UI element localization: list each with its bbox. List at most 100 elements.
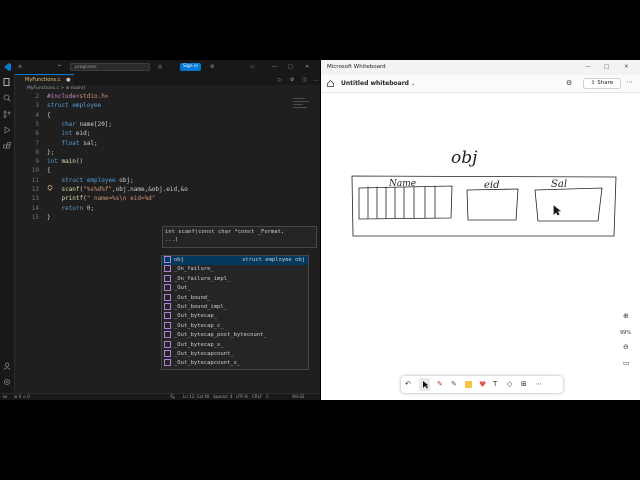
more-options-icon[interactable]: ⋯: [626, 78, 633, 86]
board-name[interactable]: Untitled whiteboard ⌄: [341, 75, 415, 93]
close-icon[interactable]: ✕: [305, 64, 309, 70]
code-line[interactable]: 5 char name[20];: [15, 120, 315, 129]
manage-gear-icon[interactable]: [3, 378, 11, 386]
code-line[interactable]: 2 #include<stdio.h>: [15, 92, 315, 101]
language-status[interactable]: C: [266, 394, 269, 400]
pointer-cursor-icon: [553, 205, 562, 216]
text-tool-icon[interactable]: T: [493, 380, 502, 389]
code-line[interactable]: 7 float sal;: [15, 139, 315, 148]
settings-gear-icon[interactable]: ⚙: [566, 79, 572, 87]
suggestion-label: _Out_bytecapcount_x_: [174, 360, 241, 367]
code-line[interactable]: 6 int eid;: [15, 129, 315, 138]
lightbulb-icon[interactable]: [47, 185, 53, 191]
tab-myfunctions[interactable]: MyFunctions.c ●: [15, 74, 75, 85]
undo-icon[interactable]: ↶: [405, 380, 414, 389]
run-debug-icon[interactable]: [3, 126, 11, 134]
unsaved-dot-icon[interactable]: ●: [66, 77, 70, 83]
account-icon[interactable]: [3, 362, 11, 370]
suggestion-item[interactable]: _Out_bytecap_: [162, 312, 308, 321]
problems-status[interactable]: ⊗ 0 ⚠ 0: [14, 394, 30, 400]
minimap[interactable]: [293, 96, 313, 126]
back-arrow-icon[interactable]: ←: [58, 63, 62, 69]
platform-status[interactable]: Win32: [292, 394, 305, 400]
shapes-icon[interactable]: ◇: [507, 380, 516, 389]
sticky-note-icon[interactable]: [465, 381, 472, 388]
code-line[interactable]: 14 return 0;: [15, 204, 315, 213]
handwriting-name: Name: [388, 179, 416, 189]
line-number: 6: [35, 130, 39, 138]
close-icon[interactable]: ✕: [624, 60, 629, 75]
menu-icon[interactable]: ≡: [18, 64, 22, 70]
whiteboard-canvas[interactable]: obj Name eid Sal: [321, 92, 640, 376]
minimize-icon[interactable]: —: [272, 64, 277, 70]
source-control-icon[interactable]: [3, 110, 11, 118]
share-button[interactable]: ⇪ Share: [583, 78, 621, 89]
code-token: #include: [47, 93, 76, 100]
code-line[interactable]: 9 int main(): [15, 157, 315, 166]
command-center-search[interactable]: programs: [70, 63, 150, 71]
settings-gear-icon[interactable]: ⚙: [210, 64, 214, 70]
gear-icon[interactable]: ⚙: [290, 77, 294, 83]
suggestion-item[interactable]: _Out_bound_impl_: [162, 303, 308, 312]
more-actions-icon[interactable]: …: [313, 77, 318, 83]
code-token: employee: [86, 176, 116, 184]
code-line[interactable]: 15}: [15, 213, 315, 222]
suggestion-label: _Out_bound_: [174, 294, 211, 301]
remote-icon[interactable]: ⋈: [3, 394, 7, 400]
sign-in-button[interactable]: Sign in: [180, 63, 201, 71]
home-icon[interactable]: [327, 80, 334, 87]
templates-icon[interactable]: ⊞: [521, 380, 530, 389]
suggestion-item[interactable]: _Out_bytecap_post_bytecount_: [162, 331, 308, 340]
suggestion-item[interactable]: obj struct employee obj: [162, 256, 308, 266]
eol-status[interactable]: CRLF: [252, 394, 262, 400]
code-line[interactable]: 8};: [15, 148, 315, 157]
zoom-in-icon[interactable]: ⊕: [623, 312, 629, 320]
line-number: 8: [35, 148, 39, 156]
cursor-position[interactable]: Ln 12, Col 40: [183, 394, 209, 400]
suggestion-label: _Out_bytecap_: [174, 313, 218, 320]
code-line[interactable]: 13 printf(" name=%s\n eid=%d": [15, 194, 315, 203]
fit-to-screen-icon[interactable]: ▭: [623, 359, 630, 367]
breadcrumb[interactable]: MyFunctions.c > ⊘ main(): [15, 85, 86, 92]
code-token: struct: [61, 176, 84, 184]
suggestion-item[interactable]: _Out_bound_: [162, 293, 308, 303]
suggestion-item[interactable]: _On_failure_impl_: [162, 274, 308, 284]
encoding-status[interactable]: UTF-8: [236, 394, 248, 400]
code-line[interactable]: 3 struct employee: [15, 101, 315, 110]
copilot-icon[interactable]: ◎: [158, 64, 162, 70]
more-tools-icon[interactable]: ⋯: [535, 380, 544, 389]
minimize-icon[interactable]: —: [585, 60, 591, 75]
lasso-icon[interactable]: ✎: [451, 380, 460, 389]
zoom-out-icon[interactable]: ⊖: [623, 343, 629, 351]
line-number: 12: [31, 186, 39, 193]
symbol-variable-icon: [164, 265, 171, 273]
code-line[interactable]: 10 {: [15, 166, 315, 175]
indentation-status[interactable]: Spaces: 4: [213, 394, 232, 400]
code-line[interactable]: 4{: [15, 111, 315, 120]
extensions-icon[interactable]: [3, 142, 11, 150]
pointer-arrow-icon[interactable]: [421, 380, 430, 389]
maximize-icon[interactable]: □: [288, 64, 293, 70]
layout-toggle-icon[interactable]: ▭: [250, 64, 255, 70]
suggestion-item[interactable]: _Out_bytecap_x_: [162, 340, 308, 350]
suggestion-item[interactable]: _Out_bytecapcount_x_: [162, 359, 308, 368]
suggestion-item[interactable]: _Out_bytecapcount_: [162, 350, 308, 359]
reaction-heart-icon[interactable]: ♥: [479, 380, 488, 389]
code-line[interactable]: 11 struct employee obj;: [15, 176, 315, 185]
split-editor-icon[interactable]: ◫: [302, 77, 307, 83]
code-line[interactable]: 12 scanf("%s%d%f",obj.name,&obj.eid,&o: [15, 185, 315, 194]
search-icon[interactable]: [3, 94, 11, 102]
maximize-icon[interactable]: □: [604, 60, 609, 75]
pen-tool-icon[interactable]: ✎: [437, 380, 446, 389]
suggestion-item[interactable]: _Out_bytecap_c_: [162, 321, 308, 331]
line-number: 5: [35, 120, 39, 128]
suggestion-item[interactable]: _On_failure_: [162, 265, 308, 274]
handwriting-sal: Sal: [551, 179, 567, 190]
zoom-lens-icon[interactable]: 🔍︎: [170, 394, 175, 400]
run-file-icon[interactable]: ▷: [278, 77, 282, 83]
code-token: ;: [90, 204, 95, 212]
suggestion-item[interactable]: _Out_: [162, 284, 308, 293]
zoom-level[interactable]: 99%: [620, 330, 631, 336]
editor-tab-bar: MyFunctions.c ● ▷ ⚙ ◫ …: [15, 74, 320, 85]
explorer-icon[interactable]: [3, 78, 11, 86]
